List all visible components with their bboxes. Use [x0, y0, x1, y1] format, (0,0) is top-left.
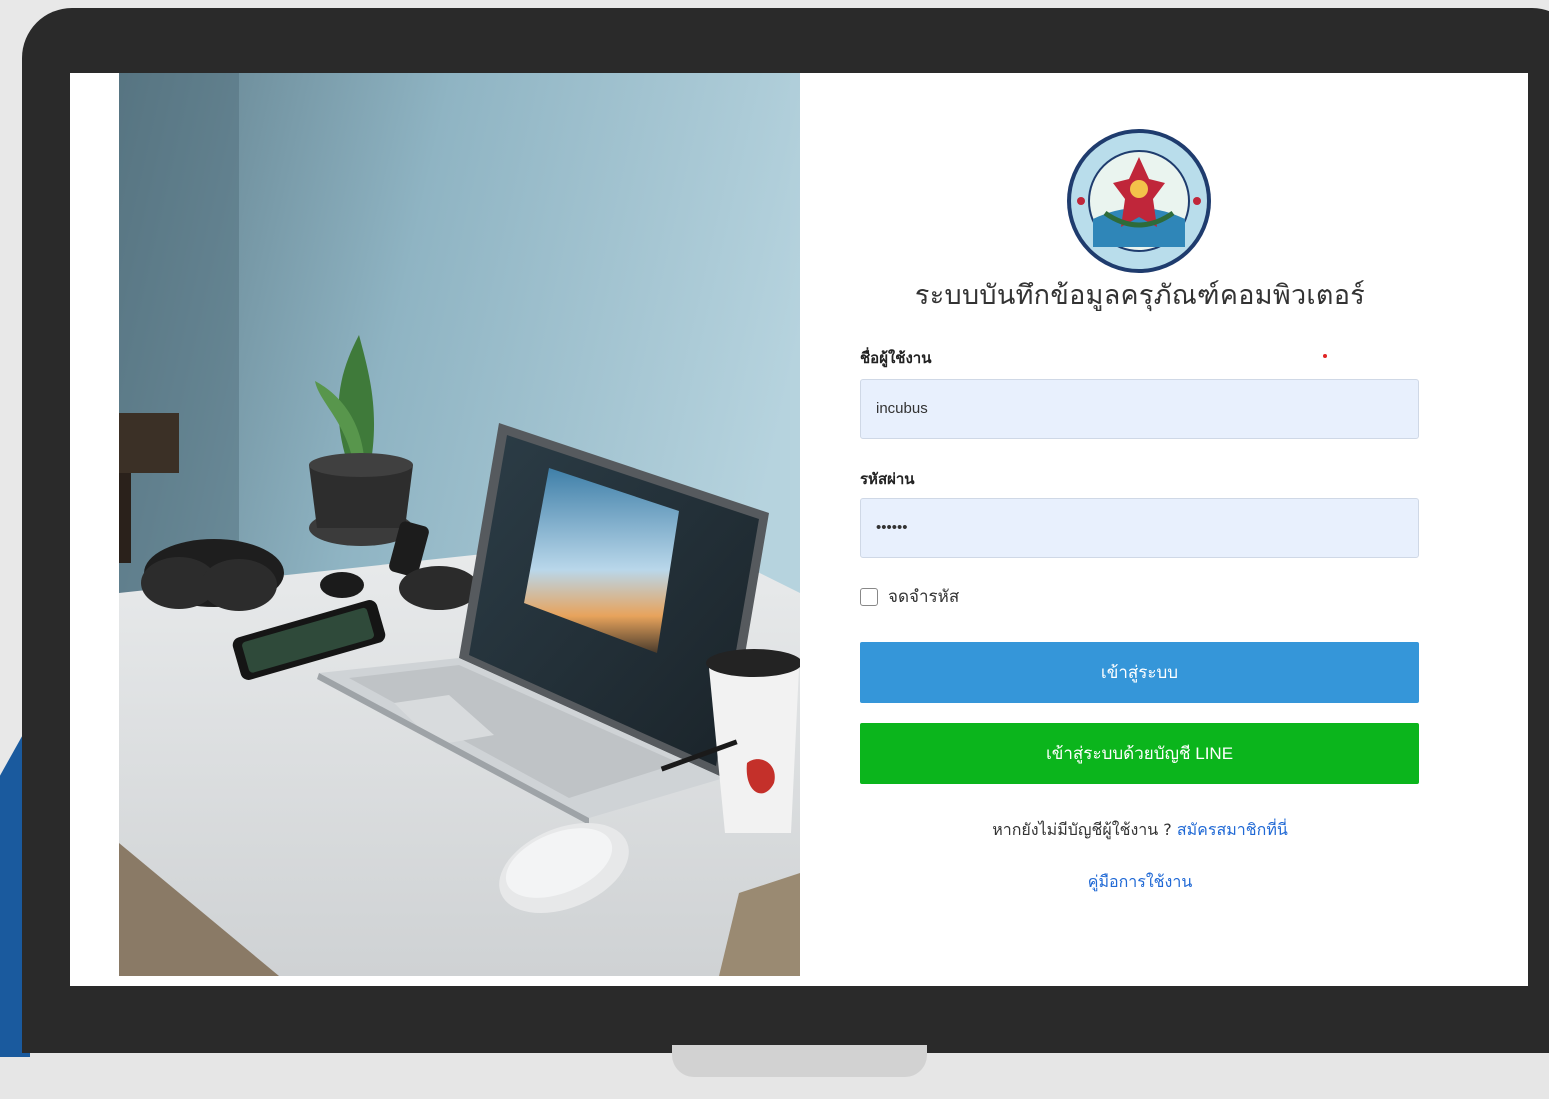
username-label: ชื่อผู้ใช้งาน: [860, 349, 932, 367]
laptop-screen: ระบบบันทึกข้อมูลครุภัณฑ์คอมพิวเตอร์ ชื่อ…: [70, 73, 1528, 986]
login-panel: ระบบบันทึกข้อมูลครุภัณฑ์คอมพิวเตอร์ ชื่อ…: [800, 73, 1480, 976]
laptop-notch: [672, 1045, 927, 1077]
username-input[interactable]: incubus: [860, 379, 1419, 439]
login-button[interactable]: เข้าสู่ระบบ: [860, 642, 1419, 703]
line-login-button[interactable]: เข้าสู่ระบบด้วยบัญชี LINE: [860, 723, 1419, 784]
desk-photo: [119, 73, 800, 976]
remember-me-label: จดจำรหัส: [888, 587, 960, 607]
password-label: รหัสผ่าน: [860, 470, 915, 488]
password-input[interactable]: ••••••: [860, 498, 1419, 558]
remember-me-row[interactable]: จดจำรหัส: [860, 583, 959, 610]
register-link[interactable]: สมัครสมาชิกที่นี่: [1177, 820, 1288, 839]
register-prompt-row: หากยังไม่มีบัญชีผู้ใช้งาน ? สมัครสมาชิกท…: [800, 818, 1480, 843]
user-manual-link[interactable]: คู่มือการใช้งาน: [800, 870, 1480, 895]
remember-me-checkbox[interactable]: [860, 587, 878, 606]
required-indicator: [1323, 354, 1327, 358]
page-title: ระบบบันทึกข้อมูลครุภัณฑ์คอมพิวเตอร์: [914, 280, 1366, 311]
municipality-seal-logo: [1067, 129, 1211, 273]
register-prompt-text: หากยังไม่มีบัญชีผู้ใช้งาน ?: [992, 820, 1172, 839]
